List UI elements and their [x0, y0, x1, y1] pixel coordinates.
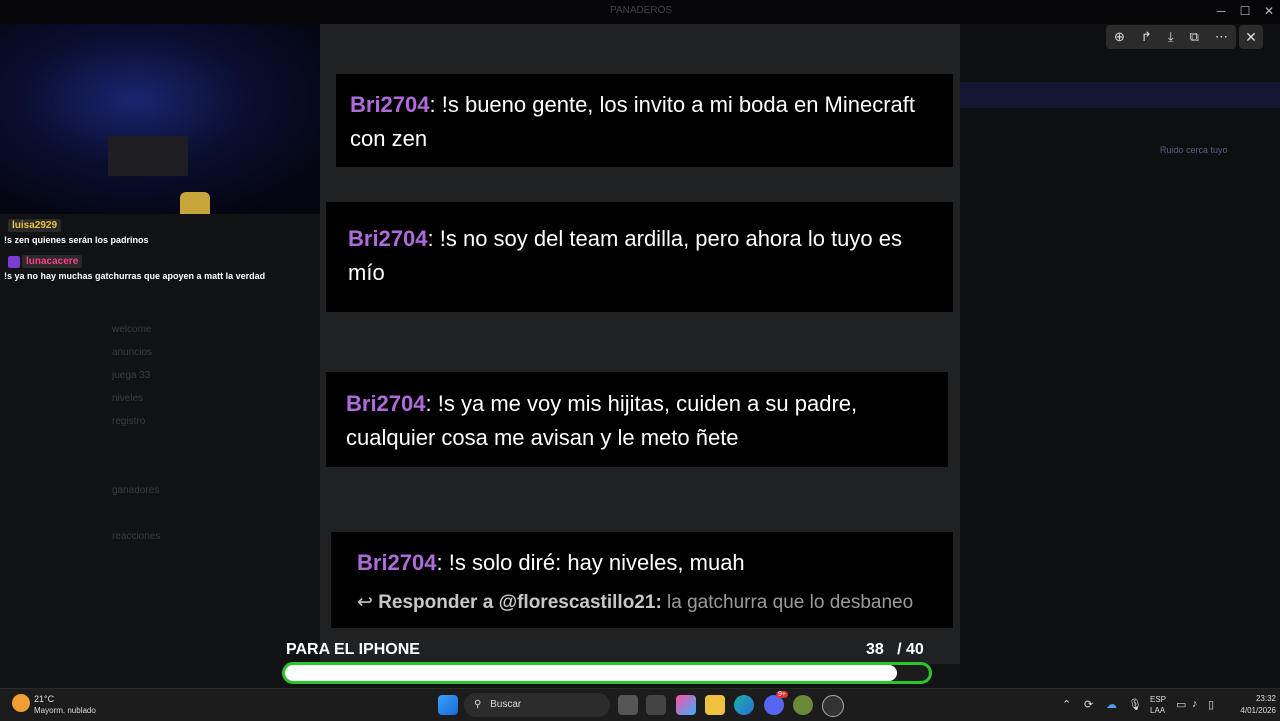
viewer-toolbar: ⊕ ↱ ⤓ ⧉ ⋯	[1106, 25, 1236, 49]
more-icon[interactable]: ⋯	[1215, 29, 1228, 45]
language-layout[interactable]: LAA	[1150, 706, 1165, 715]
open-external-icon[interactable]: ⧉	[1190, 29, 1199, 45]
volume-icon[interactable]: ♪	[1192, 698, 1198, 710]
network-icon[interactable]: ▭	[1176, 698, 1186, 711]
chat-message: !s zen quienes serán los padrinos	[4, 235, 149, 245]
channel-item[interactable]: welcome	[40, 318, 240, 341]
badge-icon	[8, 256, 20, 268]
clock-time[interactable]: 23:32	[1236, 694, 1276, 703]
reply-target: Responder a @florescastillo21:	[378, 592, 662, 613]
store-icon[interactable]	[646, 695, 666, 715]
message-username: Bri2704	[346, 391, 426, 416]
battery-icon[interactable]: ▯	[1208, 698, 1214, 711]
message-card: Bri2704: !s no soy del team ardilla, per…	[326, 202, 953, 312]
reply-text: la gatchurra que lo desbaneo	[661, 592, 914, 613]
share-icon[interactable]: ↱	[1141, 29, 1152, 45]
reply-line: ↩ Responder a @florescastillo21: la gatc…	[357, 586, 927, 620]
channel-item[interactable]: registro	[40, 410, 240, 433]
goal-current: 38	[866, 641, 884, 658]
channel-item[interactable]: reacciones	[40, 525, 240, 548]
close-viewer-button[interactable]: ✕	[1239, 25, 1263, 49]
webcam-feed	[0, 24, 336, 214]
channel-item[interactable]: anuncios	[40, 341, 240, 364]
window-title: PANADEROS	[610, 5, 673, 16]
mic-icon[interactable]: 🎙	[1128, 698, 1142, 711]
tray-chevron-icon[interactable]: ⌃	[1062, 698, 1071, 711]
chat-username: lunacacere	[22, 255, 83, 268]
channel-item[interactable]: juega 33	[40, 364, 240, 387]
notice-bar: Ruido cerca tuyo	[960, 82, 1280, 155]
task-view-icon[interactable]	[618, 695, 638, 715]
weather-icon[interactable]	[12, 694, 30, 712]
minimize-icon[interactable]: ─	[1208, 2, 1234, 20]
message-username: Bri2704	[348, 226, 428, 251]
message-card: Bri2704: !s bueno gente, los invito a mi…	[336, 74, 953, 167]
goal-count: 38 / 40	[866, 641, 924, 659]
channel-item[interactable]: niveles	[40, 387, 240, 410]
goal-progress-fill	[285, 665, 897, 681]
title-bar: PANADEROS ─ ☐ ✕	[0, 0, 1280, 24]
goal-label: PARA EL IPHONE	[286, 641, 420, 658]
channel-item[interactable]	[40, 502, 240, 525]
lamp	[180, 192, 210, 214]
file-explorer-icon[interactable]	[705, 695, 725, 715]
search-icon: ⚲	[474, 699, 482, 710]
shelf	[108, 136, 188, 176]
maximize-icon[interactable]: ☐	[1232, 2, 1258, 20]
cloud-icon[interactable]: ☁	[1106, 698, 1117, 711]
taskbar-search[interactable]: ⚲ Buscar	[464, 693, 610, 717]
channel-list: welcome anuncios juega 33 niveles regist…	[40, 318, 240, 548]
reply-icon: ↩	[357, 592, 373, 613]
goal-total: / 40	[897, 641, 924, 658]
edge-icon[interactable]	[734, 695, 754, 715]
discord-icon[interactable]	[764, 695, 784, 715]
weather-desc[interactable]: Mayorm. nublado	[34, 706, 96, 715]
channel-item[interactable]	[40, 433, 240, 456]
weather-temp[interactable]: 21°C	[34, 694, 54, 704]
channel-item[interactable]	[40, 456, 240, 479]
clock-date[interactable]: 4/01/2026	[1226, 706, 1276, 715]
search-placeholder: Buscar	[490, 699, 522, 710]
discord-right-pane: Ruido cerca tuyo	[960, 24, 1280, 688]
zoom-in-icon[interactable]: ⊕	[1114, 29, 1125, 45]
app-icon[interactable]	[793, 695, 813, 715]
message-username: Bri2704	[350, 92, 430, 117]
close-window-icon[interactable]: ✕	[1256, 2, 1280, 20]
copilot-icon[interactable]	[676, 695, 696, 715]
sync-icon[interactable]: ⟳	[1084, 698, 1093, 711]
message-text: : !s solo diré: hay niveles, muah	[436, 550, 745, 575]
discord-badge: 9+	[776, 691, 788, 698]
chat-username: luisa2929	[8, 219, 62, 232]
taskbar: 21°C Mayorm. nublado ⚲ Buscar 9+ ⌃ ⟳ ☁ 🎙…	[0, 688, 1280, 721]
message-username: Bri2704	[357, 550, 437, 575]
message-text: : !s bueno gente, los invito a mi boda e…	[350, 92, 916, 151]
download-icon[interactable]: ⤓	[1168, 29, 1174, 45]
message-card: Bri2704: !s solo diré: hay niveles, muah…	[331, 532, 953, 628]
obs-icon[interactable]	[822, 695, 844, 717]
goal-progress-bar	[282, 662, 932, 684]
notice-text: Ruido cerca tuyo	[1160, 145, 1228, 155]
message-card: Bri2704: !s ya me voy mis hijitas, cuide…	[326, 372, 948, 467]
message-text: : !s no soy del team ardilla, pero ahora…	[348, 226, 902, 285]
chat-message: !s ya no hay muchas gatchurras que apoye…	[4, 271, 266, 281]
start-icon[interactable]	[438, 695, 458, 715]
language-indicator[interactable]: ESP	[1150, 695, 1166, 704]
channel-item[interactable]: ganadores	[40, 479, 240, 502]
